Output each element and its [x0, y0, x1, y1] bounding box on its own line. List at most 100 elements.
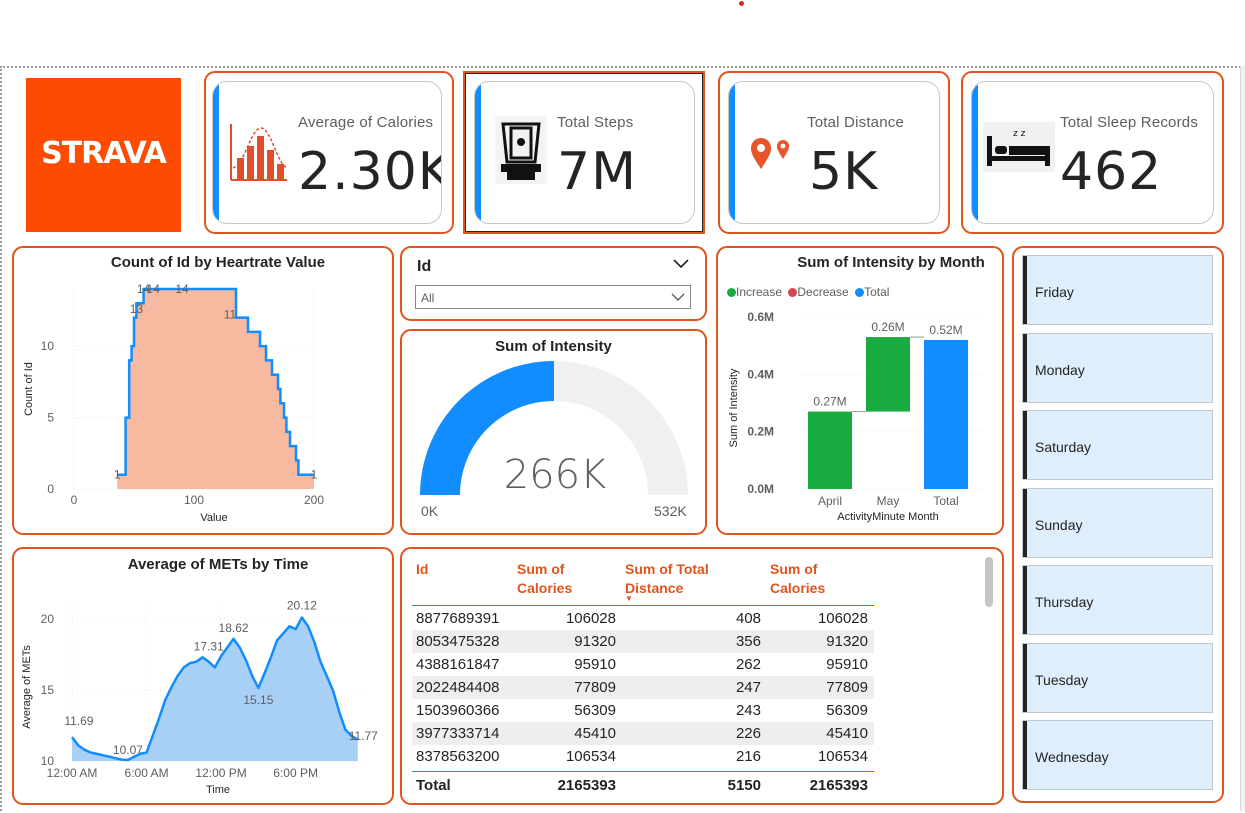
data-label: 0.27M: [813, 395, 846, 409]
weekday-item-tuesday[interactable]: Tuesday: [1022, 642, 1213, 713]
cell-calories: 56309: [574, 702, 616, 719]
bar-april[interactable]: [808, 411, 852, 489]
y-tick-label: 0: [47, 482, 54, 496]
card-accent-bar: [475, 82, 481, 223]
card-accent-bar: [213, 82, 219, 223]
canvas-left-border: [0, 66, 4, 811]
weekday-item-monday[interactable]: Monday: [1022, 332, 1213, 403]
bell-curve-chart-icon: [230, 124, 288, 181]
gauge-max-label: 532K: [654, 503, 687, 519]
cell-calories-2: 91320: [826, 633, 868, 650]
selection-bar: [1023, 411, 1027, 479]
weekday-item-friday[interactable]: Friday: [1022, 255, 1213, 325]
sort-descending-icon[interactable]: ▼: [625, 594, 633, 603]
weekday-item-saturday[interactable]: Saturday: [1022, 410, 1213, 480]
cell-calories: 95910: [574, 656, 616, 673]
id-slicer-label: Id: [417, 258, 432, 275]
weekday-label: Tuesday: [1035, 671, 1089, 688]
kpi-sleep-value: 462: [1060, 142, 1163, 202]
table-scrollbar-thumb[interactable]: [985, 557, 993, 607]
table-row[interactable]: 8877689391 106028 408 106028: [412, 607, 874, 630]
x-tick-label: 100: [184, 493, 204, 507]
col-header-sum-calories[interactable]: Sum of Calories: [517, 560, 597, 598]
x-axis-title: ActivityMinute Month: [837, 511, 938, 523]
map-pins-icon: [751, 138, 789, 169]
cell-distance: 356: [735, 633, 761, 650]
bed-icon: z z: [983, 122, 1055, 172]
x-axis-title: Time: [206, 784, 230, 796]
y-tick-label: 0.6M: [747, 310, 774, 324]
col-header-sum-calories-2[interactable]: Sum of Calories: [770, 560, 850, 598]
cell-id: 8877689391: [416, 610, 500, 627]
table-row[interactable]: 3977333714 45410 226 45410: [412, 722, 874, 745]
x-tick-label: 12:00 PM: [195, 766, 246, 780]
weekday-label: Saturday: [1035, 439, 1092, 455]
y-tick-label: 15: [41, 683, 55, 697]
table-row[interactable]: 4388161847 95910 262 95910: [412, 653, 874, 676]
x-tick-label: Total: [933, 494, 958, 508]
kpi-steps-card[interactable]: Total Steps 7M: [474, 81, 695, 224]
data-label: 1: [114, 468, 121, 482]
weekday-label: Sunday: [1035, 516, 1083, 533]
data-label: 14: [175, 282, 189, 296]
card-accent-bar: [729, 82, 735, 223]
x-tick-label: 12:00 AM: [47, 766, 98, 780]
waterfall-chart[interactable]: 0.0M 0.2M 0.4M 0.6M 0.27M April 0.26M May 0.52M T…: [716, 246, 1004, 535]
weekday-label: Friday: [1035, 284, 1074, 300]
series-area: [117, 289, 314, 489]
total-distance: 5150: [727, 777, 761, 794]
kpi-steps-label: Total Steps: [557, 114, 634, 131]
weekday-item-sunday[interactable]: Sunday: [1022, 487, 1213, 558]
cell-id: 8378563200: [416, 748, 500, 765]
data-label: 17.31: [194, 639, 224, 653]
x-tick-label: 6:00 AM: [125, 766, 169, 780]
data-label: 15.15: [243, 693, 273, 707]
data-label: 11.77: [349, 729, 378, 743]
data-label: 1: [311, 468, 318, 482]
y-axis-title: Sum of Intensity: [728, 368, 740, 447]
y-tick-label: 10: [41, 339, 55, 353]
table-row[interactable]: 2022484408 77809 247 77809: [412, 676, 874, 699]
kpi-calories-card[interactable]: Average of Calories 2.30K: [212, 81, 442, 224]
kpi-distance-card[interactable]: Total Distance 5K: [728, 81, 940, 224]
kpi-sleep-card[interactable]: z z Total Sleep Records 462: [971, 81, 1214, 224]
cell-calories-2: 77809: [826, 679, 868, 696]
cell-calories-2: 56309: [826, 702, 868, 719]
col-header-id[interactable]: Id: [416, 560, 428, 579]
y-axis-title: Count of Id: [23, 362, 35, 416]
weekday-item-wednesday[interactable]: Wednesday: [1022, 720, 1213, 790]
pedometer-icon: [495, 116, 547, 184]
total-divider: [412, 771, 874, 772]
selection-bar: [1023, 256, 1027, 324]
kpi-sleep-label: Total Sleep Records: [1060, 114, 1199, 131]
cell-distance: 216: [735, 748, 761, 765]
x-tick-label: 6:00 PM: [273, 766, 318, 780]
cell-id: 3977333714: [416, 725, 500, 742]
kpi-distance-label: Total Distance: [807, 114, 905, 131]
y-tick-label: 0.0M: [747, 482, 774, 496]
cell-id: 8053475328: [416, 633, 500, 650]
bar-may[interactable]: [866, 337, 910, 412]
selection-bar: [1023, 566, 1027, 634]
id-dropdown-value: All: [421, 291, 435, 305]
canvas-scrollbar[interactable]: [1240, 66, 1245, 811]
selection-bar: [1023, 721, 1027, 789]
cell-distance: 262: [735, 656, 761, 673]
chevron-down-icon[interactable]: [672, 258, 690, 270]
cell-calories: 106028: [565, 610, 616, 627]
x-tick-label: April: [818, 494, 842, 508]
total-calories: 2165393: [557, 777, 616, 794]
mets-chart[interactable]: 10152012:00 AM 6:00 AM 12:00 PM 6:00 PMTime…: [12, 547, 394, 805]
col-header-sum-distance[interactable]: Sum of Total Distance: [625, 560, 725, 598]
table-row[interactable]: 1503960366 56309 243 56309: [412, 699, 874, 722]
id-dropdown[interactable]: All: [415, 285, 691, 309]
table-row[interactable]: 8378563200 106534 216 106534: [412, 745, 874, 768]
bar-total[interactable]: [924, 339, 968, 489]
selection-bar: [1023, 333, 1027, 402]
cell-distance: 243: [735, 702, 761, 719]
card-accent-bar: [972, 82, 978, 223]
data-label: 18.62: [219, 621, 249, 635]
weekday-item-thursday[interactable]: Thursday: [1022, 565, 1213, 635]
heartrate-chart[interactable]: 05100 100 200ValueCount of Id11414 1413 111: [12, 246, 394, 535]
table-row[interactable]: 8053475328 91320 356 91320: [412, 630, 874, 653]
